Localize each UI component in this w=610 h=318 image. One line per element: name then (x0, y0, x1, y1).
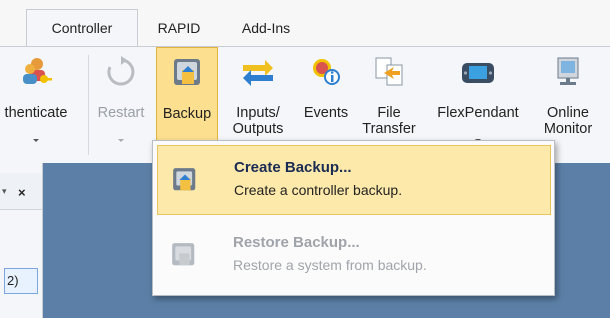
backup-dropdown-menu: Create Backup... Create a controller bac… (152, 140, 555, 296)
flexpendant-label: FlexPendant (437, 105, 519, 121)
restart-button[interactable]: Restart (92, 47, 150, 143)
backup-button[interactable]: Backup (156, 47, 218, 143)
left-pane-header: ▾ × (0, 173, 42, 210)
menu-item-title: Create Backup... (234, 159, 352, 176)
backup-icon (174, 59, 200, 85)
events-label: Events (303, 105, 349, 121)
file-transfer-icon (375, 57, 403, 86)
menu-item-description: Create a controller backup. (234, 182, 403, 198)
tab-controller[interactable]: Controller (26, 9, 138, 46)
file-transfer-label-line2: Transfer (362, 121, 416, 137)
file-transfer-label-line1: File (377, 105, 401, 121)
pin-icon[interactable]: ▾ (2, 187, 7, 197)
backup-icon (173, 168, 196, 191)
restart-icon (107, 56, 135, 86)
backup-label: Backup (162, 106, 212, 122)
ribbon-tab-bar: Controller RAPID Add-Ins (0, 0, 610, 46)
chevron-down-icon (118, 139, 124, 142)
tab-rapid[interactable]: RAPID (146, 10, 212, 46)
online-monitor-label-line2: Monitor (543, 121, 593, 137)
events-button[interactable]: Events (296, 47, 356, 143)
menu-item-restore-backup[interactable]: Restore Backup... Restore a system from … (157, 221, 549, 289)
menu-item-create-backup[interactable]: Create Backup... Create a controller bac… (157, 145, 551, 215)
inputs-outputs-label-line2: Outputs (232, 121, 284, 137)
monitor-icon (557, 57, 579, 85)
online-monitor-label-line1: Online (547, 105, 589, 121)
restart-label: Restart (97, 105, 145, 121)
inputs-outputs-button[interactable]: Inputs/ Outputs (224, 47, 292, 143)
tab-add-ins[interactable]: Add-Ins (226, 10, 306, 46)
flexpendant-icon (462, 63, 494, 83)
left-pane: ▾ × 2) (0, 163, 43, 318)
online-monitor-button[interactable]: Online Monitor (532, 47, 604, 143)
authenticate-button[interactable]: thenticate (0, 47, 78, 143)
inputs-outputs-label-line1: Inputs/ (236, 105, 280, 121)
close-icon[interactable]: × (18, 185, 26, 200)
chevron-down-icon (33, 139, 39, 142)
restore-icon (172, 243, 195, 266)
menu-item-title: Restore Backup... (233, 234, 360, 251)
list-item[interactable]: 2) (4, 268, 38, 294)
menu-item-description: Restore a system from backup. (233, 257, 427, 273)
file-transfer-button[interactable]: File Transfer (356, 47, 422, 143)
ribbon-separator (88, 55, 89, 155)
io-arrows-icon (243, 60, 273, 86)
users-key-icon (23, 58, 52, 84)
flexpendant-button[interactable]: FlexPendant (428, 47, 528, 143)
events-icon (313, 59, 340, 85)
authenticate-label: thenticate (4, 105, 68, 121)
